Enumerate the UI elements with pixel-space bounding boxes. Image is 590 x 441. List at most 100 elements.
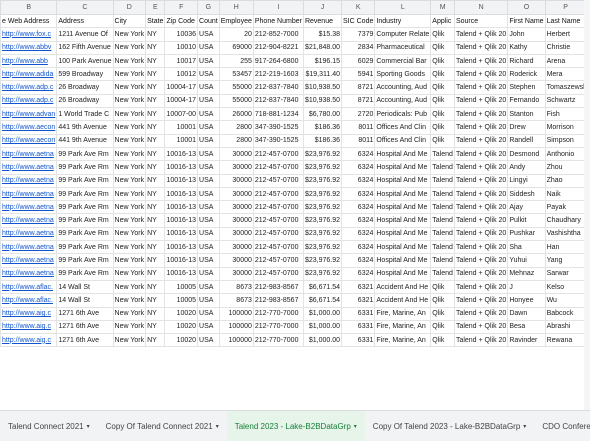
cell-i[interactable]: Phone Number: [253, 15, 303, 28]
cell-e[interactable]: NY: [146, 94, 165, 107]
cell-j[interactable]: $15.38: [303, 28, 341, 41]
cell-l[interactable]: Hospital And Me: [375, 267, 431, 280]
cell-c[interactable]: 162 Fifth Avenue: [57, 41, 113, 54]
cell-h[interactable]: Employee: [219, 15, 253, 28]
cell-i[interactable]: 212-219-1603: [253, 68, 303, 81]
cell-k[interactable]: 8011: [342, 121, 375, 134]
cell-m[interactable]: Talend: [431, 227, 455, 240]
cell-k[interactable]: 5941: [342, 68, 375, 81]
cell-g[interactable]: USA: [198, 54, 220, 67]
caret-down-icon[interactable]: ▾: [216, 423, 219, 430]
cell-c[interactable]: 1271 6th Ave: [57, 307, 113, 320]
cell-l[interactable]: Fire, Marine, An: [375, 307, 431, 320]
sheet-tab[interactable]: Copy Of Talend 2023 - Lake-B2BDataGrp▾: [365, 411, 535, 441]
cell-m[interactable]: Talend: [431, 147, 455, 160]
cell-i[interactable]: 212-983-8567: [253, 294, 303, 307]
sheet-tab[interactable]: Talend 2023 - Lake-B2BDataGrp▾: [227, 411, 365, 441]
cell-g[interactable]: USA: [198, 161, 220, 174]
cell-n[interactable]: Talend + Qlik 20: [454, 81, 507, 94]
cell-f[interactable]: 10004-17: [165, 81, 198, 94]
cell-o[interactable]: Ravinder: [508, 334, 545, 347]
cell-i[interactable]: 212-457-0700: [253, 161, 303, 174]
table-row[interactable]: http://www.aetna99 Park Ave RmNew YorkNY…: [1, 227, 590, 240]
cell-k[interactable]: 6324: [342, 214, 375, 227]
cell-i[interactable]: 212-904-8221: [253, 41, 303, 54]
cell-k[interactable]: 6331: [342, 320, 375, 333]
column-header-p[interactable]: P: [545, 1, 586, 15]
table-row[interactable]: http://www.abb100 Park AvenueNew YorkNY1…: [1, 54, 590, 67]
cell-e[interactable]: NY: [146, 280, 165, 293]
table-row[interactable]: http://www.aig.c1271 6th AveNew YorkNY10…: [1, 320, 590, 333]
cell-n[interactable]: Talend + Qlik 20: [454, 214, 507, 227]
cell-m[interactable]: Qlik: [431, 134, 455, 147]
cell-d[interactable]: New York: [113, 254, 146, 267]
cell-b[interactable]: http://www.aecon: [1, 121, 57, 134]
cell-l[interactable]: Fire, Marine, An: [375, 320, 431, 333]
cell-b[interactable]: http://www.abb: [1, 54, 57, 67]
cell-o[interactable]: Desmond: [508, 147, 545, 160]
cell-f[interactable]: 10020: [165, 307, 198, 320]
cell-g[interactable]: USA: [198, 280, 220, 293]
cell-f[interactable]: 10001: [165, 121, 198, 134]
cell-p[interactable]: Herbert: [545, 28, 586, 41]
column-header-n[interactable]: N: [454, 1, 507, 15]
cell-g[interactable]: USA: [198, 201, 220, 214]
cell-i[interactable]: 212-457-0700: [253, 241, 303, 254]
cell-l[interactable]: Commercial Bar: [375, 54, 431, 67]
cell-m[interactable]: Applic: [431, 15, 455, 28]
cell-n[interactable]: Talend + Qlik 20: [454, 41, 507, 54]
cell-e[interactable]: NY: [146, 81, 165, 94]
cell-o[interactable]: Siddesh: [508, 187, 545, 200]
cell-h[interactable]: 30000: [219, 267, 253, 280]
cell-i[interactable]: 212-983-8567: [253, 280, 303, 293]
column-header-e[interactable]: E: [146, 1, 165, 15]
cell-d[interactable]: New York: [113, 68, 146, 81]
cell-n[interactable]: Talend + Qlik 20: [454, 108, 507, 121]
cell-j[interactable]: $23,976.92: [303, 187, 341, 200]
cell-p[interactable]: Zhao: [545, 174, 586, 187]
cell-j[interactable]: $21,848.00: [303, 41, 341, 54]
header-row[interactable]: e Web AddressAddressCityStateZip CodeCou…: [1, 15, 590, 28]
cell-m[interactable]: Qlik: [431, 294, 455, 307]
cell-b[interactable]: http://www.aecon: [1, 134, 57, 147]
cell-c[interactable]: 1211 Avenue Of: [57, 28, 113, 41]
cell-h[interactable]: 53457: [219, 68, 253, 81]
cell-f[interactable]: 10001: [165, 134, 198, 147]
cell-h[interactable]: 100000: [219, 307, 253, 320]
cell-o[interactable]: Mehnaz: [508, 267, 545, 280]
cell-n[interactable]: Talend + Qlik 20: [454, 68, 507, 81]
cell-o[interactable]: Randell: [508, 134, 545, 147]
cell-c[interactable]: 99 Park Ave Rm: [57, 201, 113, 214]
cell-l[interactable]: Hospital And Me: [375, 201, 431, 214]
cell-m[interactable]: Talend: [431, 201, 455, 214]
cell-h[interactable]: 30000: [219, 227, 253, 240]
cell-m[interactable]: Qlik: [431, 68, 455, 81]
table-row[interactable]: http://www.aig.c1271 6th AveNew YorkNY10…: [1, 307, 590, 320]
cell-p[interactable]: Christie: [545, 41, 586, 54]
cell-d[interactable]: New York: [113, 121, 146, 134]
cell-j[interactable]: $1,000.00: [303, 307, 341, 320]
cell-c[interactable]: 1 World Trade C: [57, 108, 113, 121]
cell-i[interactable]: 347-390-1525: [253, 134, 303, 147]
cell-p[interactable]: Schwartz: [545, 94, 586, 107]
cell-p[interactable]: Sarwar: [545, 267, 586, 280]
cell-i[interactable]: 212-770-7000: [253, 307, 303, 320]
column-header-b[interactable]: B: [1, 1, 57, 15]
cell-o[interactable]: Pulkit: [508, 214, 545, 227]
cell-g[interactable]: USA: [198, 94, 220, 107]
cell-f[interactable]: 10016-13: [165, 187, 198, 200]
cell-c[interactable]: Address: [57, 15, 113, 28]
cell-i[interactable]: 212-457-0700: [253, 187, 303, 200]
cell-n[interactable]: Talend + Qlik 20: [454, 121, 507, 134]
cell-i[interactable]: 212-457-0700: [253, 267, 303, 280]
cell-m[interactable]: Qlik: [431, 320, 455, 333]
cell-i[interactable]: 212-852-7000: [253, 28, 303, 41]
column-header-m[interactable]: M: [431, 1, 455, 15]
cell-c[interactable]: 99 Park Ave Rm: [57, 214, 113, 227]
caret-down-icon[interactable]: ▾: [354, 423, 357, 430]
cell-n[interactable]: Talend + Qlik 20: [454, 134, 507, 147]
cell-j[interactable]: $23,976.92: [303, 254, 341, 267]
cell-p[interactable]: Kelso: [545, 280, 586, 293]
cell-f[interactable]: 10016-13: [165, 147, 198, 160]
cell-o[interactable]: First Name: [508, 15, 545, 28]
